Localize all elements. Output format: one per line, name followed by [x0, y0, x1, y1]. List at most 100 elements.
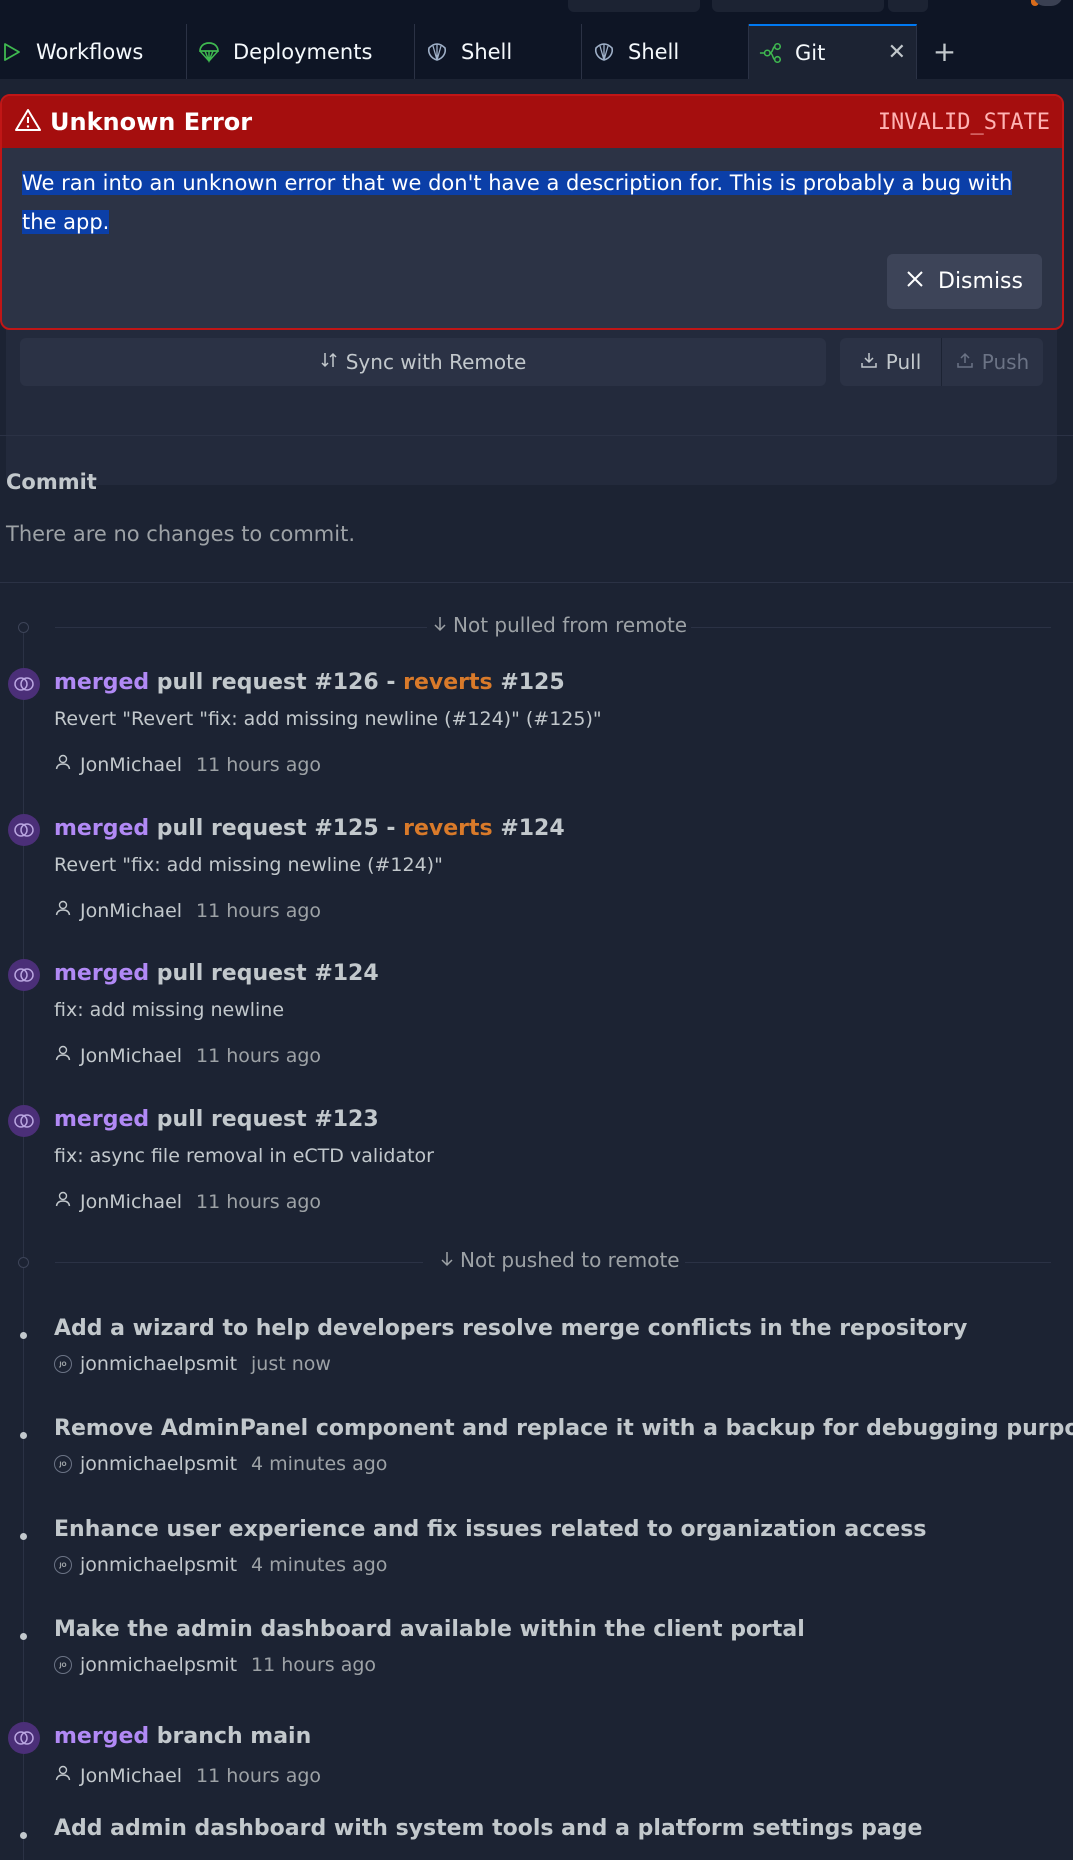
author: JonMichael [80, 899, 183, 922]
push-label: Push [981, 350, 1030, 374]
commit-heading: Commit [6, 470, 97, 494]
timestamp: just now [251, 1353, 331, 1375]
toolbar-button[interactable] [568, 0, 700, 12]
entry-meta: JonMichael 11 hours ago [54, 1764, 321, 1787]
bullet [20, 1332, 27, 1339]
tab-workflows[interactable]: Workflows [0, 24, 187, 79]
entry-meta: JO jonmichaelpsmit just now [54, 1353, 331, 1375]
user-icon [54, 1764, 72, 1787]
warning-icon [14, 107, 42, 137]
user-icon [54, 1190, 72, 1213]
avatar: JO [54, 1656, 72, 1674]
error-modal: Unknown Error INVALID_STATE We ran into … [0, 94, 1064, 330]
entry-subtitle: Revert "Revert "fix: add missing newline… [54, 708, 602, 730]
entry-meta: JonMichael 11 hours ago [54, 1190, 321, 1213]
commit-empty-text: There are no changes to commit. [6, 522, 356, 546]
sync-with-remote-button[interactable]: Sync with Remote [20, 338, 826, 386]
pull-button[interactable]: Pull [840, 338, 941, 386]
timeline-dot [18, 1257, 29, 1268]
entry-title: Make the admin dashboard available withi… [54, 1617, 805, 1642]
shell-icon [425, 40, 449, 64]
avatar: JO [54, 1355, 72, 1373]
entry-meta: JO jonmichaelpsmit 4 minutes ago [54, 1453, 387, 1475]
error-header: Unknown Error INVALID_STATE [2, 96, 1062, 148]
top-strip [0, 0, 1073, 24]
not-pulled-divider: Not pulled from remote [0, 613, 1073, 643]
entry-title: merged pull request #126 - reverts #125 [54, 670, 565, 695]
entry-meta: JonMichael 11 hours ago [54, 899, 321, 922]
deployments-icon [197, 40, 221, 64]
entry-subtitle: fix: add missing newline [54, 999, 285, 1021]
tab-git[interactable]: Git ✕ [749, 24, 917, 79]
entry-title: merged branch main [54, 1724, 312, 1749]
close-icon[interactable]: ✕ [888, 40, 906, 65]
separator [0, 582, 1073, 583]
dismiss-label: Dismiss [938, 269, 1023, 294]
timestamp: 11 hours ago [196, 753, 322, 776]
author: jonmichaelpsmit [80, 1453, 238, 1475]
tab-bar: Workflows Deployments Shell Shell Git ✕ … [0, 24, 1073, 79]
git-icon [759, 41, 783, 65]
error-body: We ran into an unknown error that we don… [2, 148, 1062, 242]
author: JonMichael [80, 1044, 183, 1067]
error-title: Unknown Error [50, 108, 253, 136]
push-button[interactable]: Push [941, 338, 1043, 386]
author: jonmichaelpsmit [80, 1554, 238, 1576]
new-tab-button[interactable]: + [917, 24, 972, 79]
download-icon [860, 350, 878, 374]
toolbar-button[interactable] [888, 0, 928, 12]
entry-subtitle: fix: async file removal in eCTD validato… [54, 1145, 434, 1167]
tab-shell-2[interactable]: Shell [582, 24, 749, 79]
timestamp: 4 minutes ago [251, 1453, 388, 1475]
user-icon [54, 753, 72, 776]
user-icon [54, 899, 72, 922]
arrow-down-icon [440, 1248, 454, 1272]
entry-meta: JO jonmichaelpsmit 4 minutes ago [54, 1554, 387, 1576]
merge-icon [8, 1105, 40, 1137]
toolbar-button[interactable] [712, 0, 884, 12]
error-code: INVALID_STATE [877, 109, 1050, 135]
timeline-line [23, 625, 24, 1860]
merge-icon [8, 814, 40, 846]
tab-label: Shell [461, 39, 513, 64]
bullet [20, 1633, 27, 1640]
sync-arrows-icon [320, 350, 338, 374]
not-pushed-divider: Not pushed to remote [0, 1248, 1073, 1278]
entry-subtitle: Revert "fix: add missing newline (#124)" [54, 854, 443, 876]
tab-deployments[interactable]: Deployments [187, 24, 415, 79]
separator [0, 435, 1073, 436]
author: JonMichael [80, 1190, 183, 1213]
play-icon [0, 40, 24, 64]
timestamp: 11 hours ago [196, 1764, 322, 1787]
tab-label: Shell [628, 39, 680, 64]
entry-meta: JonMichael 11 hours ago [54, 1044, 321, 1067]
upload-icon [956, 350, 974, 374]
entry-title: merged pull request #123 [54, 1107, 379, 1132]
entry-title: Add a wizard to help developers resolve … [54, 1316, 968, 1341]
entry-meta: JO jonmichaelpsmit 11 hours ago [54, 1654, 376, 1676]
tab-label: Deployments [233, 39, 373, 64]
tab-shell-1[interactable]: Shell [415, 24, 582, 79]
user-icon [54, 1044, 72, 1067]
not-pulled-label: Not pulled from remote [433, 613, 687, 637]
entry-title: Enhance user experience and fix issues r… [54, 1517, 927, 1542]
timestamp: 11 hours ago [196, 1044, 322, 1067]
dismiss-button[interactable]: Dismiss [887, 254, 1042, 309]
bullet [20, 1533, 27, 1540]
timeline-dot [18, 622, 29, 633]
timestamp: 11 hours ago [196, 1190, 322, 1213]
tab-label: Workflows [36, 39, 144, 64]
avatar: JO [54, 1556, 72, 1574]
arrow-down-icon [433, 613, 447, 637]
timestamp: 11 hours ago [196, 899, 322, 922]
entry-title: Remove AdminPanel component and replace … [54, 1416, 1073, 1441]
entry-meta: JonMichael 11 hours ago [54, 753, 321, 776]
tab-label: Git [795, 40, 826, 65]
entry-title: merged pull request #125 - reverts #124 [54, 816, 565, 841]
error-message: We ran into an unknown error that we don… [22, 171, 1013, 234]
avatar: JO [54, 1455, 72, 1473]
bullet [20, 1832, 27, 1839]
timestamp: 11 hours ago [251, 1654, 377, 1676]
shell-icon [592, 40, 616, 64]
merge-icon [8, 668, 40, 700]
